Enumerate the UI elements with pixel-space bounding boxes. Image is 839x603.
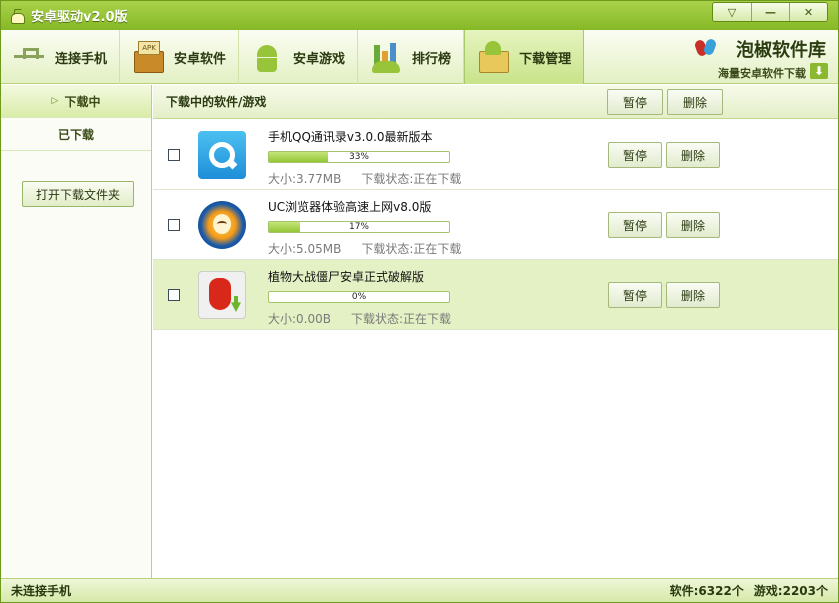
usb-icon [11,39,47,75]
close-button[interactable]: ✕ [789,3,827,21]
row-actions: 暂停 删除 [608,142,720,168]
app-window: 安卓驱动v2.0版 ▽ — ✕ 连接手机 安卓软件 安卓游戏 排行榜 下载管理 [0,0,839,603]
file-size: 大小:0.00B [268,312,331,326]
catalog-counts: 软件:6322个 游戏:2203个 [670,582,828,599]
download-meta: 大小:5.05MB 下载状态:正在下载 [268,240,461,257]
pause-button[interactable]: 暂停 [608,282,662,308]
sidebar: ▷ 下载中 已下载 打开下载文件夹 [1,85,152,578]
download-meta: 大小:0.00B 下载状态:正在下载 [268,310,451,327]
pause-button[interactable]: 暂停 [608,142,662,168]
brand-tagline: 海量安卓软件下载 [718,67,806,80]
pause-button[interactable]: 暂停 [608,212,662,238]
toolbar-item-ranking[interactable]: 排行榜 [358,30,465,84]
brand-name: 泡椒软件库 [736,40,826,61]
download-status: 下载状态:正在下载 [361,172,462,186]
toolbar-item-connect-phone[interactable]: 连接手机 [1,30,121,84]
progress-text: 0% [351,292,367,302]
file-size: 大小:3.77MB [268,172,342,186]
pepper-logo-icon [693,36,719,58]
download-row[interactable]: UC浏览器体验高速上网v8.0版 17% 大小:5.05MB 下载状态:正在下载 … [153,190,838,260]
toolbar-item-label: 安卓软件 [174,51,227,67]
title-bar: 安卓驱动v2.0版 ▽ — ✕ [1,1,838,30]
row-actions: 暂停 删除 [608,282,720,308]
app-name: 手机QQ通讯录v3.0.0最新版本 [268,130,433,144]
triangle-right-icon: ▷ [51,96,59,106]
delete-button[interactable]: 删除 [666,142,720,168]
download-list-panel: 下载中的软件/游戏 暂停 删除 手机QQ通讯录v3.0.0最新版本 33% 大小… [153,85,838,578]
download-row[interactable]: 手机QQ通讯录v3.0.0最新版本 33% 大小:3.77MB 下载状态:正在下载… [153,120,838,190]
open-download-folder-button[interactable]: 打开下载文件夹 [22,181,134,207]
menu-dropdown-button[interactable]: ▽ [713,3,751,21]
apk-box-icon [130,39,166,75]
toolbar-item-android-software[interactable]: 安卓软件 [120,30,240,84]
app-logo-icon [9,8,25,24]
download-status: 下载状态:正在下载 [351,312,452,326]
software-count: 软件:6322个 [669,584,744,598]
plants-vs-zombies-icon [198,271,246,319]
delete-all-button[interactable]: 删除 [667,89,723,115]
toolbar-item-label: 排行榜 [412,51,452,67]
game-count: 游戏:2203个 [753,584,828,598]
sidebar-tab-downloading[interactable]: ▷ 下载中 [1,85,151,118]
app-name: UC浏览器体验高速上网v8.0版 [268,200,432,214]
delete-button[interactable]: 删除 [666,282,720,308]
toolbar-item-download-manager[interactable]: 下载管理 [464,30,585,84]
download-status: 下载状态:正在下载 [361,242,462,256]
download-arrow-icon[interactable]: ⬇ [810,63,828,79]
progress-text: 33% [348,152,369,162]
row-checkbox[interactable] [168,149,180,161]
row-actions: 暂停 删除 [608,212,720,238]
download-folder-icon [475,39,511,75]
minimize-button[interactable]: — [751,3,789,21]
panel-header: 下载中的软件/游戏 暂停 删除 [153,85,838,119]
sidebar-tab-label: 已下载 [57,127,94,142]
pause-all-button[interactable]: 暂停 [607,89,663,115]
sidebar-tab-downloaded[interactable]: 已下载 [1,118,151,151]
connection-status: 未连接手机 [11,584,72,598]
status-bar: 未连接手机 软件:6322个 游戏:2203个 [1,578,838,602]
download-row[interactable]: 植物大战僵尸安卓正式破解版 0% 大小:0.00B 下载状态:正在下载 暂停 删除 [153,260,838,330]
window-controls: ▽ — ✕ [712,2,828,22]
file-size: 大小:5.05MB [268,242,342,256]
sidebar-tab-label: 下载中 [64,94,101,109]
app-name: 植物大战僵尸安卓正式破解版 [268,270,425,284]
progress-text: 17% [348,222,369,232]
window-title: 安卓驱动v2.0版 [31,10,128,25]
row-checkbox[interactable] [168,219,180,231]
toolbar-item-label: 安卓游戏 [293,51,346,67]
qq-contacts-icon [198,131,246,179]
toolbar-item-label: 连接手机 [55,51,108,67]
delete-button[interactable]: 删除 [666,212,720,238]
toolbar-item-android-games[interactable]: 安卓游戏 [239,30,359,84]
progress-bar: 0% [268,291,450,303]
toolbar-item-label: 下载管理 [519,51,572,67]
download-meta: 大小:3.77MB 下载状态:正在下载 [268,170,461,187]
progress-bar: 33% [268,151,450,163]
panel-title: 下载中的软件/游戏 [166,95,267,109]
brand-banner[interactable]: 泡椒软件库 海量安卓软件下载 ⬇ [693,34,828,82]
row-checkbox[interactable] [168,289,180,301]
android-game-icon [249,39,285,75]
header-actions: 暂停 删除 [607,89,723,115]
progress-bar: 17% [268,221,450,233]
ranking-icon [368,39,404,75]
uc-browser-icon [198,201,246,249]
